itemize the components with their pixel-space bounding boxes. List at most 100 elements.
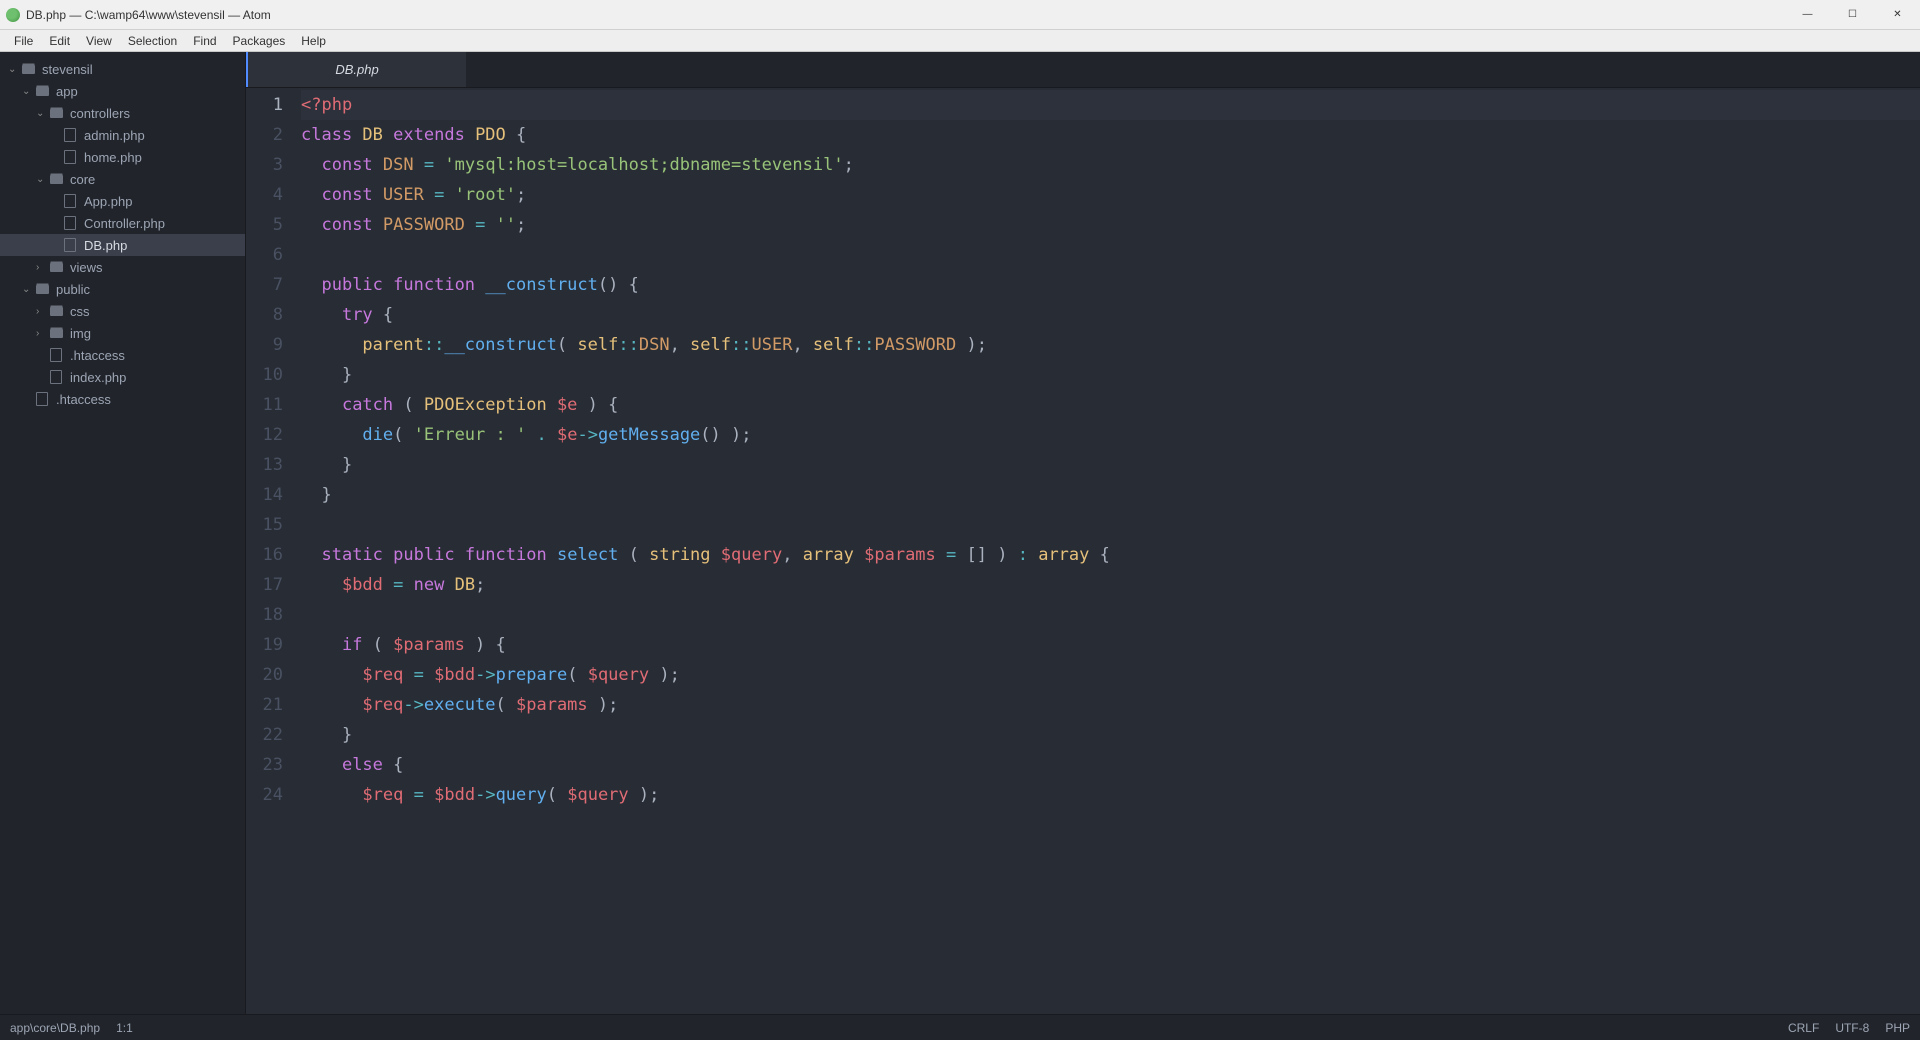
chevron-down-icon[interactable]: ⌄ bbox=[36, 108, 46, 119]
tree-file-App-php[interactable]: App.php bbox=[0, 190, 245, 212]
code-line[interactable] bbox=[301, 240, 1920, 270]
menu-help[interactable]: Help bbox=[293, 32, 334, 50]
line-number[interactable]: 13 bbox=[246, 450, 283, 480]
code-line[interactable]: } bbox=[301, 450, 1920, 480]
status-cursor[interactable]: 1:1 bbox=[116, 1021, 133, 1035]
code-line[interactable]: const PASSWORD = ''; bbox=[301, 210, 1920, 240]
tree-folder-css[interactable]: ›css bbox=[0, 300, 245, 322]
titlebar: DB.php — C:\wamp64\www\stevensil — Atom … bbox=[0, 0, 1920, 30]
line-number[interactable]: 1 bbox=[246, 90, 283, 120]
code-line[interactable]: else { bbox=[301, 750, 1920, 780]
menu-selection[interactable]: Selection bbox=[120, 32, 185, 50]
status-encoding[interactable]: UTF-8 bbox=[1835, 1021, 1869, 1035]
code-line[interactable]: } bbox=[301, 360, 1920, 390]
tree-folder-public[interactable]: ⌄ public bbox=[0, 278, 245, 300]
tree-item-label: Controller.php bbox=[84, 216, 165, 231]
tree-file-home-php[interactable]: home.php bbox=[0, 146, 245, 168]
file-icon bbox=[62, 216, 78, 230]
menubar: File Edit View Selection Find Packages H… bbox=[0, 30, 1920, 52]
tree-folder-controllers[interactable]: ⌄controllers bbox=[0, 102, 245, 124]
line-number[interactable]: 8 bbox=[246, 300, 283, 330]
line-number[interactable]: 12 bbox=[246, 420, 283, 450]
chevron-right-icon[interactable]: › bbox=[36, 262, 46, 273]
tree-folder-img[interactable]: ›img bbox=[0, 322, 245, 344]
line-number[interactable]: 6 bbox=[246, 240, 283, 270]
menu-view[interactable]: View bbox=[78, 32, 120, 50]
line-number[interactable]: 18 bbox=[246, 600, 283, 630]
code-line[interactable]: public function __construct() { bbox=[301, 270, 1920, 300]
line-number[interactable]: 10 bbox=[246, 360, 283, 390]
line-number[interactable]: 23 bbox=[246, 750, 283, 780]
status-line-ending[interactable]: CRLF bbox=[1788, 1021, 1819, 1035]
tree-file-admin-php[interactable]: admin.php bbox=[0, 124, 245, 146]
line-number[interactable]: 17 bbox=[246, 570, 283, 600]
line-number[interactable]: 15 bbox=[246, 510, 283, 540]
code-content[interactable]: <?phpclass DB extends PDO { const DSN = … bbox=[301, 88, 1920, 1014]
code-line[interactable]: <?php bbox=[301, 90, 1920, 120]
code-line[interactable]: class DB extends PDO { bbox=[301, 120, 1920, 150]
status-path[interactable]: app\core\DB.php bbox=[10, 1021, 100, 1035]
line-number[interactable]: 24 bbox=[246, 780, 283, 810]
tree-folder-stevensil[interactable]: ⌄stevensil bbox=[0, 58, 245, 80]
code-line[interactable] bbox=[301, 600, 1920, 630]
chevron-right-icon[interactable]: › bbox=[36, 328, 46, 339]
folder-icon bbox=[48, 326, 64, 340]
line-number[interactable]: 16 bbox=[246, 540, 283, 570]
tree-folder-views[interactable]: ›views bbox=[0, 256, 245, 278]
chevron-down-icon[interactable]: ⌄ bbox=[8, 64, 18, 75]
line-number[interactable]: 5 bbox=[246, 210, 283, 240]
chevron-right-icon[interactable]: › bbox=[36, 306, 46, 317]
code-line[interactable]: catch ( PDOException $e ) { bbox=[301, 390, 1920, 420]
code-line[interactable]: parent::__construct( self::DSN, self::US… bbox=[301, 330, 1920, 360]
code-line[interactable]: $req->execute( $params ); bbox=[301, 690, 1920, 720]
tree-folder-core[interactable]: ⌄core bbox=[0, 168, 245, 190]
code-line[interactable]: static public function select ( string $… bbox=[301, 540, 1920, 570]
maximize-button[interactable]: ☐ bbox=[1830, 0, 1875, 30]
line-number[interactable]: 14 bbox=[246, 480, 283, 510]
line-number[interactable]: 7 bbox=[246, 270, 283, 300]
status-language[interactable]: PHP bbox=[1885, 1021, 1910, 1035]
code-line[interactable]: const USER = 'root'; bbox=[301, 180, 1920, 210]
close-button[interactable]: ✕ bbox=[1875, 0, 1920, 30]
chevron-down-icon[interactable]: ⌄ bbox=[22, 284, 32, 295]
tab-db-php[interactable]: DB.php bbox=[246, 52, 466, 87]
code-line[interactable]: try { bbox=[301, 300, 1920, 330]
chevron-down-icon[interactable]: ⌄ bbox=[22, 86, 32, 97]
code-line[interactable]: if ( $params ) { bbox=[301, 630, 1920, 660]
code-line[interactable]: $req = $bdd->prepare( $query ); bbox=[301, 660, 1920, 690]
code-line[interactable]: die( 'Erreur : ' . $e->getMessage() ); bbox=[301, 420, 1920, 450]
tree-folder-app[interactable]: ⌄app bbox=[0, 80, 245, 102]
file-icon bbox=[48, 348, 64, 362]
line-number[interactable]: 21 bbox=[246, 690, 283, 720]
line-number[interactable]: 4 bbox=[246, 180, 283, 210]
line-number[interactable]: 19 bbox=[246, 630, 283, 660]
line-number[interactable]: 3 bbox=[246, 150, 283, 180]
tree-file--htaccess[interactable]: .htaccess bbox=[0, 388, 245, 410]
tree-file-DB-php[interactable]: DB.php bbox=[0, 234, 245, 256]
line-number[interactable]: 9 bbox=[246, 330, 283, 360]
menu-packages[interactable]: Packages bbox=[225, 32, 294, 50]
tree-file-index-php[interactable]: index.php bbox=[0, 366, 245, 388]
line-number[interactable]: 22 bbox=[246, 720, 283, 750]
code-line[interactable]: $bdd = new DB; bbox=[301, 570, 1920, 600]
menu-find[interactable]: Find bbox=[185, 32, 224, 50]
code-line[interactable]: $req = $bdd->query( $query ); bbox=[301, 780, 1920, 810]
code-line[interactable]: } bbox=[301, 480, 1920, 510]
code-line[interactable]: const DSN = 'mysql:host=localhost;dbname… bbox=[301, 150, 1920, 180]
tab-label: DB.php bbox=[335, 62, 378, 77]
line-number[interactable]: 20 bbox=[246, 660, 283, 690]
code-area[interactable]: 123456789101112131415161718192021222324 … bbox=[246, 88, 1920, 1014]
tree-file--htaccess[interactable]: .htaccess bbox=[0, 344, 245, 366]
code-line[interactable]: } bbox=[301, 720, 1920, 750]
file-tree[interactable]: ⌄stevensil⌄app⌄controllersadmin.phphome.… bbox=[0, 52, 246, 1014]
menu-edit[interactable]: Edit bbox=[41, 32, 78, 50]
tree-file-Controller-php[interactable]: Controller.php bbox=[0, 212, 245, 234]
line-number[interactable]: 11 bbox=[246, 390, 283, 420]
minimize-button[interactable]: ― bbox=[1785, 0, 1830, 30]
tree-item-label: public bbox=[56, 282, 90, 297]
line-number[interactable]: 2 bbox=[246, 120, 283, 150]
code-line[interactable] bbox=[301, 510, 1920, 540]
chevron-down-icon[interactable]: ⌄ bbox=[36, 174, 46, 185]
menu-file[interactable]: File bbox=[6, 32, 41, 50]
editor-area: DB.php 123456789101112131415161718192021… bbox=[246, 52, 1920, 1014]
